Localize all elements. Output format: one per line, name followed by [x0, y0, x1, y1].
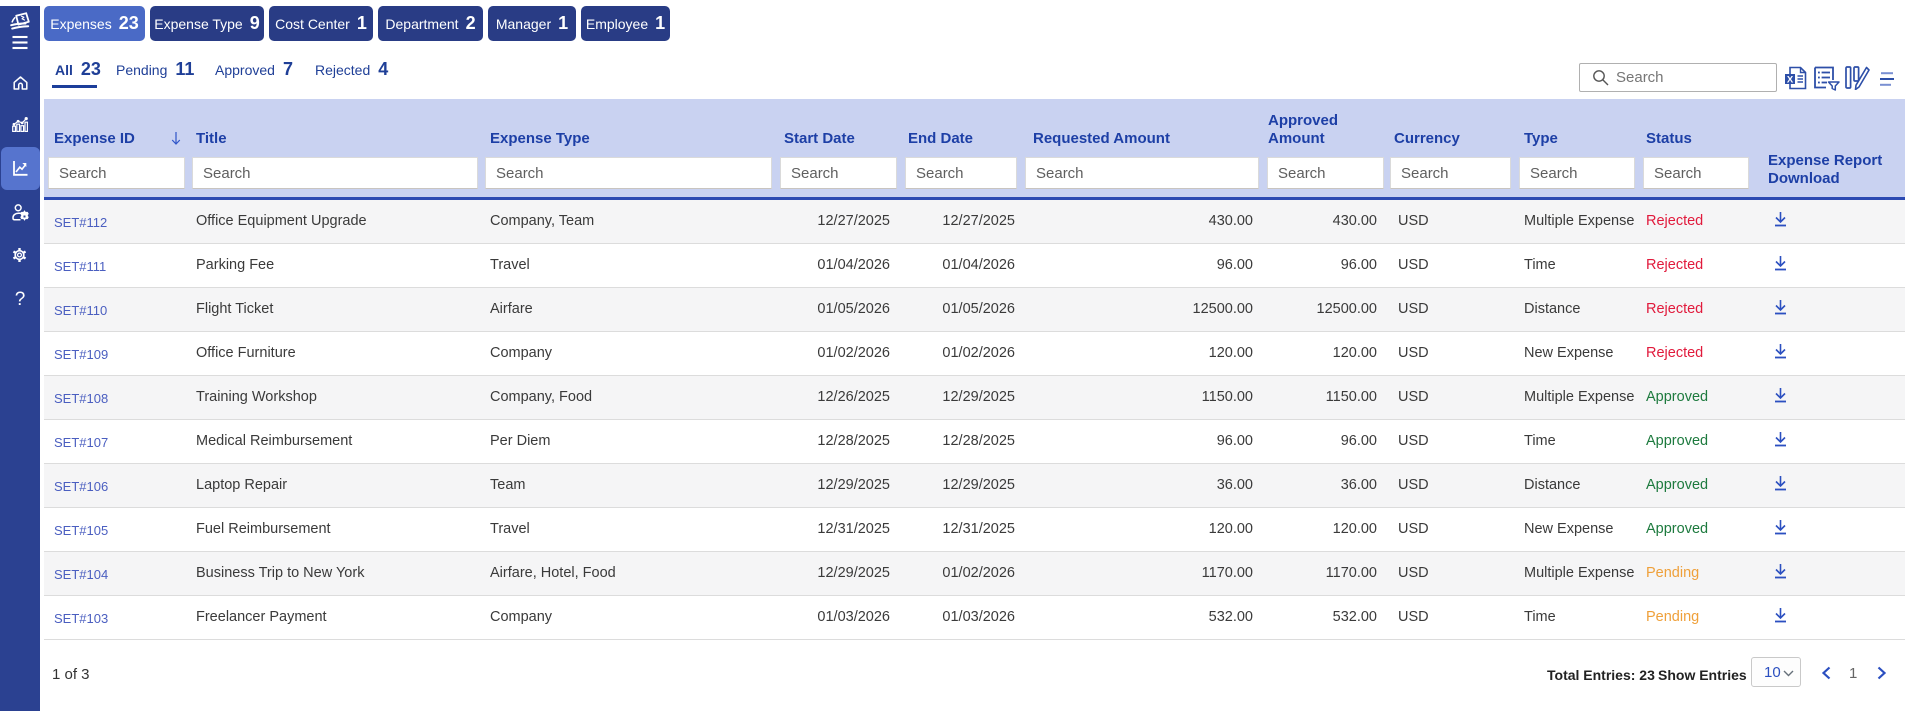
svg-text:X: X [1787, 74, 1794, 85]
